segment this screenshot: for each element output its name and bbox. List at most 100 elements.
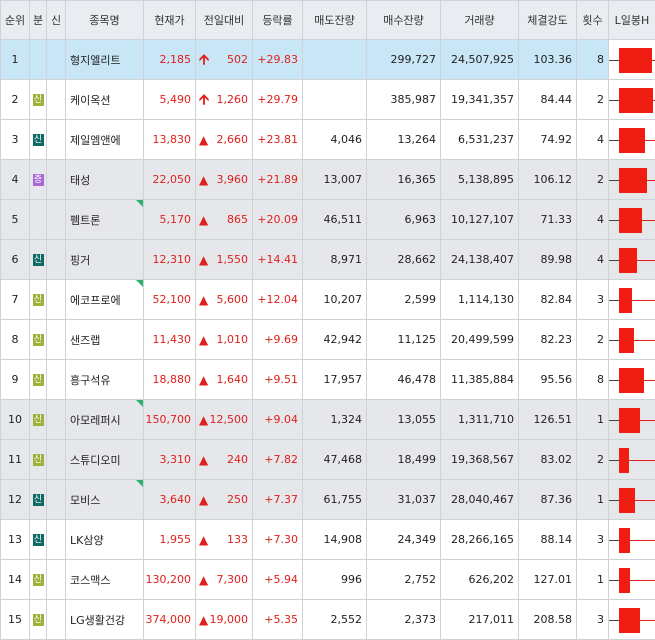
credit-cell	[46, 399, 66, 440]
table-row[interactable]: 2 신 케이옥션 5,490 🡩 1,260 +29.79 385,987 19,…	[0, 79, 655, 120]
strength-cell: 88.14	[518, 519, 577, 560]
header-ask-remaining[interactable]: 매도잔량	[302, 0, 367, 40]
volume-cell: 28,266,165	[440, 519, 519, 560]
table-row[interactable]: 14 신 코스맥스 130,200 ▲ 7,300 +5.94 996 2,752…	[0, 559, 655, 600]
stock-name[interactable]: 펨트론	[65, 199, 144, 240]
volume-cell: 6,531,237	[440, 119, 519, 160]
candle-high-line	[634, 339, 655, 341]
stock-name-text: 펨트론	[70, 213, 101, 227]
market-badge: 신	[32, 494, 44, 506]
upper-limit-arrow-icon: 🡩	[199, 91, 210, 108]
candle-high-line	[640, 619, 655, 621]
header-name[interactable]: 종목명	[65, 0, 144, 40]
table-row[interactable]: 5 펨트론 5,170 ▲ 865 +20.09 46,511 6,963 10,…	[0, 199, 655, 240]
stock-name[interactable]: 형지엘리트	[65, 39, 144, 80]
table-row[interactable]: 7 신 에코프로에 52,100 ▲ 5,600 +12.04 10,207 2,…	[0, 279, 655, 320]
price-cell: 374,000	[143, 599, 196, 640]
market-cell: 신	[29, 519, 47, 560]
header-change[interactable]: 전일대비	[195, 0, 253, 40]
daily-candle-cell	[608, 199, 655, 240]
table-row[interactable]: 9 신 흥구석유 18,880 ▲ 1,640 +9.51 17,957 46,4…	[0, 359, 655, 400]
candle-low-line	[609, 619, 619, 621]
rate-cell: +9.51	[252, 359, 303, 400]
market-cell: 신	[29, 279, 47, 320]
stock-name[interactable]: 모비스	[65, 479, 144, 520]
stock-name[interactable]: 태성	[65, 159, 144, 200]
candle-body	[619, 488, 635, 513]
change-cell: ▲ 1,010	[195, 319, 253, 360]
market-badge: 신	[32, 614, 44, 626]
change-cell: ▲ 7,300	[195, 559, 253, 600]
header-bid-remaining[interactable]: 매수잔량	[366, 0, 441, 40]
table-row[interactable]: 15 신 LG생활건강 374,000 ▲ 19,000 +5.35 2,552 …	[0, 599, 655, 640]
header-count[interactable]: 횟수	[576, 0, 609, 40]
bid-remaining-cell: 299,727	[366, 39, 441, 80]
header-strength[interactable]: 체결강도	[518, 0, 577, 40]
change-value: 250	[227, 493, 248, 506]
ask-remaining-cell: 61,755	[302, 479, 367, 520]
candle-body	[619, 248, 637, 273]
table-row[interactable]: 4 증 태성 22,050 ▲ 3,960 +21.89 13,007 16,36…	[0, 159, 655, 200]
volume-cell: 5,138,895	[440, 159, 519, 200]
table-row[interactable]: 12 신 모비스 3,640 ▲ 250 +7.37 61,755 31,037 …	[0, 479, 655, 520]
stock-name[interactable]: 스튜디오미	[65, 439, 144, 480]
stock-name[interactable]: 케이옥션	[65, 79, 144, 120]
table-row[interactable]: 10 신 아모레퍼시 150,700 ▲ 12,500 +9.04 1,324 1…	[0, 399, 655, 440]
stock-name[interactable]: LG생활건강	[65, 599, 144, 640]
candle-low-line	[609, 339, 619, 341]
strength-cell: 126.51	[518, 399, 577, 440]
bid-remaining-cell: 13,055	[366, 399, 441, 440]
candle-body	[619, 328, 634, 353]
candle-body	[619, 408, 640, 433]
candle-body	[619, 288, 632, 313]
stock-name-text: 스튜디오미	[70, 453, 121, 467]
stock-name-text: 아모레퍼시	[70, 413, 121, 427]
rank-cell: 10	[0, 399, 30, 440]
price-cell: 11,430	[143, 319, 196, 360]
table-row[interactable]: 8 신 샌즈랩 11,430 ▲ 1,010 +9.69 42,942 11,12…	[0, 319, 655, 360]
credit-cell	[46, 319, 66, 360]
stock-name-text: 핑거	[70, 253, 91, 267]
count-cell: 4	[576, 119, 609, 160]
credit-cell	[46, 119, 66, 160]
stock-name-text: 모비스	[70, 493, 101, 507]
header-volume[interactable]: 거래량	[440, 0, 519, 40]
rank-cell: 5	[0, 199, 30, 240]
stock-name[interactable]: 흥구석유	[65, 359, 144, 400]
stock-name[interactable]: 아모레퍼시	[65, 399, 144, 440]
stock-name[interactable]: 샌즈랩	[65, 319, 144, 360]
header-market[interactable]: 분	[29, 0, 47, 40]
rate-cell: +21.89	[252, 159, 303, 200]
table-row[interactable]: 1 형지엘리트 2,185 🡩 502 +29.83 299,727 24,507…	[0, 39, 655, 80]
stock-name-text: 코스맥스	[70, 573, 111, 587]
change-cell: ▲ 1,550	[195, 239, 253, 280]
stock-name[interactable]: 제일엠앤에	[65, 119, 144, 160]
credit-cell	[46, 239, 66, 280]
header-rate[interactable]: 등락률	[252, 0, 303, 40]
table-row[interactable]: 13 신 LK삼양 1,955 ▲ 133 +7.30 14,908 24,349…	[0, 519, 655, 560]
note-marker-icon	[136, 480, 143, 487]
change-cell: ▲ 5,600	[195, 279, 253, 320]
stock-name[interactable]: 핑거	[65, 239, 144, 280]
strength-cell: 71.33	[518, 199, 577, 240]
stock-name[interactable]: 에코프로에	[65, 279, 144, 320]
change-cell: ▲ 1,640	[195, 359, 253, 400]
stock-name[interactable]: LK삼양	[65, 519, 144, 560]
candle-body	[619, 128, 645, 153]
market-badge: 신	[32, 294, 44, 306]
daily-candle-cell	[608, 479, 655, 520]
header-price[interactable]: 현재가	[143, 0, 196, 40]
table-row[interactable]: 6 신 핑거 12,310 ▲ 1,550 +14.41 8,971 28,662…	[0, 239, 655, 280]
header-daily-chart[interactable]: L일봉H	[608, 0, 655, 40]
table-row[interactable]: 11 신 스튜디오미 3,310 ▲ 240 +7.82 47,468 18,49…	[0, 439, 655, 480]
table-row[interactable]: 3 신 제일엠앤에 13,830 ▲ 2,660 +23.81 4,046 13,…	[0, 119, 655, 160]
market-badge: 신	[32, 134, 44, 146]
rank-cell: 1	[0, 39, 30, 80]
rank-cell: 3	[0, 119, 30, 160]
bid-remaining-cell: 13,264	[366, 119, 441, 160]
candle-low-line	[609, 299, 619, 301]
header-rank[interactable]: 순위	[0, 0, 30, 40]
header-credit[interactable]: 신	[46, 0, 66, 40]
bid-remaining-cell: 28,662	[366, 239, 441, 280]
stock-name[interactable]: 코스맥스	[65, 559, 144, 600]
